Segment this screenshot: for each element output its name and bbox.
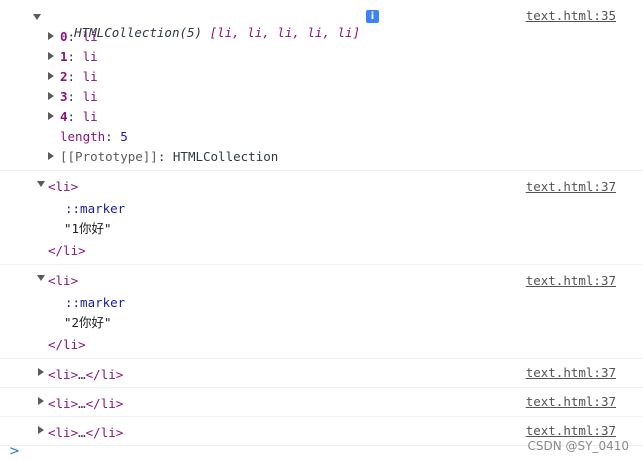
marker-pseudo[interactable]: ::marker — [65, 295, 125, 311]
li-open-tag[interactable]: <li> — [48, 273, 78, 289]
expand-triangle-icon[interactable] — [48, 92, 54, 100]
expand-triangle-icon[interactable] — [37, 181, 45, 187]
source-link[interactable]: text.html:37 — [526, 423, 616, 438]
source-link[interactable]: text.html:37 — [526, 365, 616, 380]
collection-item-0[interactable]: 0: li — [60, 29, 98, 45]
li-close-tag: </li> — [85, 425, 124, 440]
li-close-tag: </li> — [85, 396, 124, 411]
ellipsis: … — [78, 367, 86, 382]
console-entry-li-1: <li> text.html:37 ::marker "1你好" </li> — [0, 171, 643, 265]
li-text-node[interactable]: "2你好" — [64, 315, 112, 331]
li-open-tag: <li> — [48, 396, 79, 411]
console-entry-li-2: <li> text.html:37 ::marker "2你好" </li> — [0, 265, 643, 359]
collection-item-3[interactable]: 3: li — [60, 89, 98, 105]
source-link[interactable]: text.html:37 — [526, 394, 616, 409]
console-entry-collection: HTMLCollection(5) [li, li, li, li, li] i… — [0, 0, 643, 171]
collection-prototype[interactable]: [[Prototype]]: HTMLCollection — [60, 149, 278, 165]
collection-preview: [li, li, li, li, li] — [209, 25, 361, 40]
expand-triangle-icon[interactable] — [38, 397, 44, 405]
li-open-tag: <li> — [48, 425, 79, 440]
li-open-tag[interactable]: <li> — [48, 179, 78, 195]
expand-triangle-icon[interactable] — [38, 426, 44, 434]
li-close-tag[interactable]: </li> — [48, 337, 86, 353]
watermark: CSDN @SY_0410 — [527, 439, 629, 453]
marker-pseudo[interactable]: ::marker — [65, 201, 125, 217]
expand-triangle-icon[interactable] — [37, 275, 45, 281]
expand-triangle-icon[interactable] — [38, 368, 44, 376]
expand-triangle-icon[interactable] — [48, 52, 54, 60]
ellipsis: … — [78, 396, 86, 411]
li-text-node[interactable]: "1你好" — [64, 221, 112, 237]
expand-triangle-icon[interactable] — [48, 32, 54, 40]
collection-item-2[interactable]: 2: li — [60, 69, 98, 85]
ellipsis: … — [78, 425, 86, 440]
collection-item-1[interactable]: 1: li — [60, 49, 98, 65]
collection-length: length: 5 — [60, 129, 128, 144]
source-link[interactable]: text.html:37 — [526, 273, 616, 288]
collection-item-4[interactable]: 4: li — [60, 109, 98, 125]
li-close-tag: </li> — [85, 367, 124, 382]
li-open-tag: <li> — [48, 367, 79, 382]
expand-triangle-icon[interactable] — [48, 112, 54, 120]
li-close-tag[interactable]: </li> — [48, 243, 86, 259]
console-prompt-icon[interactable]: > — [9, 444, 20, 459]
source-link[interactable]: text.html:37 — [526, 179, 616, 194]
expand-triangle-icon[interactable] — [48, 72, 54, 80]
console-entry-li-collapsed[interactable]: <li>…</li> text.html:37 — [0, 388, 643, 417]
source-link[interactable]: text.html:35 — [526, 8, 616, 23]
info-icon[interactable]: i — [366, 10, 379, 23]
expand-triangle-icon[interactable] — [48, 152, 54, 160]
expand-triangle-icon[interactable] — [33, 14, 41, 20]
console-entry-li-collapsed[interactable]: <li>…</li> text.html:37 — [0, 359, 643, 388]
